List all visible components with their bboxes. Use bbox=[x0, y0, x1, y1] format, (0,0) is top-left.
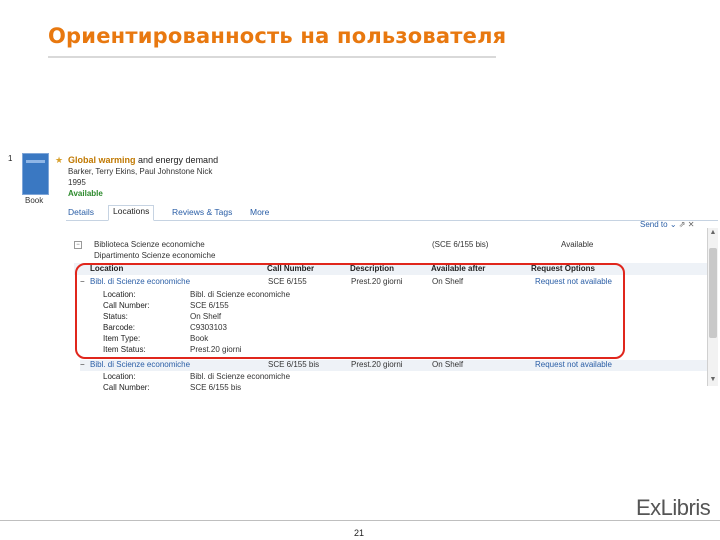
row-call-number: SCE 6/155 bis bbox=[268, 360, 320, 369]
record-availability[interactable]: Available bbox=[68, 189, 103, 198]
page-number: 21 bbox=[354, 528, 365, 538]
table-row[interactable]: − Bibl. di Scienze economiche SCE 6/155 … bbox=[80, 360, 710, 371]
tab-details[interactable]: Details bbox=[68, 207, 94, 217]
record-year: 1995 bbox=[68, 178, 86, 187]
detail-value: Bibl. di Scienze economiche bbox=[190, 372, 291, 381]
detail-label: Location: bbox=[103, 372, 136, 381]
tab-reviews-tags[interactable]: Reviews & Tags bbox=[172, 207, 232, 217]
row-location[interactable]: Bibl. di Scienze economiche bbox=[90, 360, 190, 369]
tab-more[interactable]: More bbox=[250, 207, 269, 217]
library-department: Dipartimento Scienze economiche bbox=[94, 251, 216, 260]
row-description: Prest.20 giorni bbox=[351, 360, 403, 369]
popout-icon[interactable]: ⇗ bbox=[679, 220, 686, 229]
slide-title: Ориентированность на пользователя bbox=[48, 24, 507, 48]
record-tabs: Details Locations Reviews & Tags More bbox=[66, 205, 718, 221]
library-name: Biblioteca Scienze economiche bbox=[94, 240, 205, 249]
scroll-down-icon[interactable]: ▼ bbox=[709, 376, 717, 384]
format-label: Book bbox=[25, 196, 44, 205]
library-call-number: (SCE 6/155 bis) bbox=[432, 240, 489, 249]
record-title-rest[interactable]: and energy demand bbox=[136, 155, 218, 165]
highlight-annotation bbox=[75, 263, 625, 359]
row-request-option[interactable]: Request not available bbox=[535, 360, 612, 369]
scrollbar[interactable]: ▲ ▼ bbox=[707, 228, 718, 386]
exlibris-logo: ExLibris bbox=[636, 495, 711, 521]
close-icon[interactable]: ✕ bbox=[688, 220, 695, 229]
exlibris-wordmark: ExLibris bbox=[636, 495, 711, 520]
scroll-up-icon[interactable]: ▲ bbox=[709, 229, 717, 237]
chevron-down-icon: ⌄ bbox=[669, 220, 677, 229]
send-to-menu[interactable]: Send to ⌄ ⇗ ✕ bbox=[640, 220, 694, 229]
record-title-highlight[interactable]: Global warming bbox=[68, 155, 136, 165]
send-to-label[interactable]: Send to bbox=[640, 220, 668, 229]
library-status: Available bbox=[561, 240, 594, 249]
detail-label: Call Number: bbox=[103, 383, 150, 392]
scroll-thumb[interactable] bbox=[709, 248, 717, 338]
detail-value: SCE 6/155 bis bbox=[190, 383, 242, 392]
book-cover-thumbnail[interactable] bbox=[22, 153, 49, 195]
collapse-icon[interactable]: − bbox=[74, 241, 82, 249]
row-available-after: On Shelf bbox=[432, 360, 464, 369]
collapse-row-icon[interactable]: − bbox=[80, 360, 85, 369]
title-divider bbox=[48, 56, 496, 58]
star-icon[interactable]: ★ bbox=[55, 155, 63, 166]
record-authors: Barker, Terry Ekins, Paul Johnstone Nick bbox=[68, 167, 213, 176]
tab-locations[interactable]: Locations bbox=[108, 205, 155, 221]
record-title[interactable]: Global warming and energy demand bbox=[68, 155, 218, 165]
record-index: 1 bbox=[8, 154, 13, 163]
